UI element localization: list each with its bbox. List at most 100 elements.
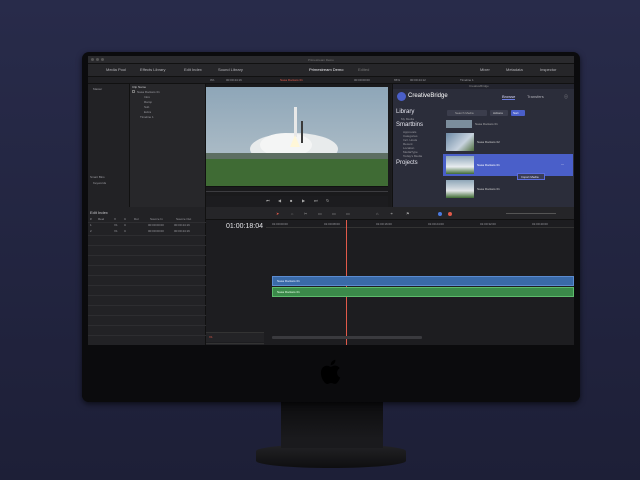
clip-item[interactable]: Extra — [144, 110, 151, 114]
smartbin-item[interactable]: Today's Media — [403, 154, 422, 158]
col-header[interactable]: Dur — [134, 217, 139, 221]
col-header[interactable]: Source In — [150, 217, 163, 221]
toolbar-inspector-button[interactable]: Inspector — [540, 67, 556, 72]
ruler-label: 01:00:40:00 — [532, 222, 548, 226]
asset-row[interactable]: Nasa Rockets 02 — [443, 131, 573, 153]
timeline-ruler[interactable]: 01:00:00:00 01:00:08:00 01:00:16:00 01:0… — [266, 220, 574, 228]
creativebridge-panel: CreativeBridge CreativeBridge Browse Tra… — [392, 84, 574, 207]
toolbar-edit-index-button[interactable]: Edit Index — [184, 67, 202, 72]
smart-bin-keywords[interactable]: Keywords — [93, 181, 106, 185]
sort-button[interactable]: Sort — [511, 110, 525, 116]
link-icon[interactable]: ⚭ — [390, 211, 393, 216]
creativebridge-app-name: CreativeBridge — [408, 93, 448, 99]
clip-name-column-header[interactable]: Clip Name — [132, 85, 146, 89]
window-zoom-button[interactable] — [101, 58, 104, 61]
bin-list-panel: Master Smart Bins Keywords — [88, 84, 130, 207]
library-item-my-media[interactable]: My Media — [401, 117, 414, 121]
asset-row[interactable]: Nasa Rockets 01 — [443, 120, 573, 130]
toolbar-media-pool-button[interactable]: Media Pool — [106, 67, 126, 72]
transport-controls: ⏮ ◀ ■ ▶ ⏭ ↻ — [206, 196, 388, 207]
zoom-slider[interactable] — [506, 213, 556, 214]
col-header[interactable]: Source Out — [176, 217, 191, 221]
info-icon[interactable]: ⓘ — [564, 94, 568, 99]
apple-logo-icon — [320, 359, 341, 384]
loop-icon[interactable]: ↻ — [326, 198, 329, 203]
library-title: Library — [396, 109, 415, 115]
tab-browse[interactable]: Browse — [502, 94, 516, 100]
skip-forward-icon[interactable]: ⏭ — [314, 198, 318, 203]
source-timecode: 00:00:44:16 — [226, 78, 242, 82]
asset-thumbnail — [446, 180, 474, 198]
clip-item[interactable]: Intro — [144, 95, 150, 99]
col-header[interactable]: C — [124, 217, 126, 221]
asset-thumbnail — [446, 120, 472, 128]
smartbins-title: Smartbins — [396, 122, 424, 128]
col-header[interactable]: Reel — [98, 217, 104, 221]
toolbar-sound-library-button[interactable]: Sound Library — [218, 67, 243, 72]
ruler-label: 01:00:32:00 — [480, 222, 496, 226]
toolbar-metadata-button[interactable]: Metadata — [506, 67, 523, 72]
table-row[interactable]: 1 V1 C 00:00:00:00 00:00:44:16 — [88, 223, 206, 228]
folder-icon — [132, 90, 135, 93]
asset-row[interactable]: Nasa Rockets 01 — [443, 178, 573, 200]
viewer-zoom-left[interactable]: 0% — [210, 78, 214, 82]
flag-icon[interactable]: ⚑ — [406, 211, 410, 216]
actions-button[interactable]: Actions — [490, 110, 508, 116]
window-minimize-button[interactable] — [96, 58, 99, 61]
viewer-zoom-right[interactable]: 65% — [394, 78, 400, 82]
search-media-input[interactable]: Search Media — [447, 110, 487, 116]
play-reverse-icon[interactable]: ◀ — [278, 198, 281, 203]
skip-back-icon[interactable]: ⏮ — [266, 198, 270, 203]
snapping-icon[interactable]: ⌂ — [376, 211, 378, 216]
timeline-horizontal-scrollbar[interactable] — [272, 336, 422, 339]
tab-transfers[interactable]: Transfers — [527, 94, 544, 99]
viewer-timecode-mid: 00:00:00:00 — [354, 78, 370, 82]
smart-bins-label: Smart Bins — [90, 175, 105, 179]
insert-clip-icon[interactable]: ▭ — [318, 211, 322, 216]
replace-clip-icon[interactable]: ▭ — [346, 211, 350, 216]
marker-red-icon[interactable] — [448, 212, 452, 216]
media-pool-clip-list: Clip Name Nasa Rockets 01 Intro Ramp Sub… — [130, 84, 206, 207]
viewer-scrubber[interactable] — [206, 186, 388, 196]
asset-thumbnail — [446, 156, 474, 174]
bin-master[interactable]: Master — [93, 87, 102, 91]
overwrite-clip-icon[interactable]: ▭ — [332, 211, 336, 216]
creativebridge-logo-icon — [397, 92, 406, 101]
timeline-clip-audio[interactable]: Nasa Rockets 01 — [272, 287, 574, 297]
stop-icon[interactable]: ■ — [290, 198, 292, 203]
window-title: Primestream Demo — [308, 58, 334, 62]
asset-thumbnail — [446, 133, 474, 151]
viewer-clip-name: Nasa Rockets 01 — [280, 78, 303, 82]
clip-item[interactable]: Ramp — [144, 100, 152, 104]
col-header[interactable]: # — [90, 217, 92, 221]
timeline-current-timecode: 01:00:18:04 — [226, 223, 263, 230]
toolbar-mixer-button[interactable]: Mixer — [480, 67, 490, 72]
asset-row-selected[interactable]: Nasa Rockets 01 ⋯ — [443, 154, 573, 176]
marker-blue-icon[interactable] — [438, 212, 442, 216]
toolbar-effects-library-button[interactable]: Effects Library — [140, 67, 166, 72]
track-header-v1[interactable]: V1 — [206, 332, 264, 342]
video-frame-rocket-launch[interactable] — [206, 87, 388, 186]
timeline-item[interactable]: Timeline 1 — [140, 115, 154, 119]
table-row[interactable]: 2 V1 C 00:00:00:00 00:00:44:16 — [88, 229, 206, 234]
col-header[interactable]: V — [114, 217, 116, 221]
window-titlebar: Primestream Demo — [88, 56, 574, 64]
creativebridge-window-title: CreativeBridge — [393, 84, 574, 89]
clip-item[interactable]: Sub — [144, 105, 149, 109]
trim-tool-icon[interactable]: ⇔ — [290, 211, 294, 216]
ruler-label: 01:00:08:00 — [324, 222, 340, 226]
ruler-label: 01:00:24:00 — [428, 222, 444, 226]
track-header-a1[interactable]: A1 — [206, 343, 264, 345]
selection-tool-icon[interactable]: ➤ — [276, 211, 279, 216]
timeline-toolbar: ➤ ⇔ ✂ ▭ ▭ ▭ ⌂ ⚭ ⚑ — [206, 207, 574, 220]
project-title: Primestream Demo — [309, 67, 344, 72]
more-options-icon[interactable]: ⋯ — [561, 162, 564, 166]
clip-item[interactable]: Nasa Rockets 01 — [132, 90, 160, 94]
play-icon[interactable]: ▶ — [302, 198, 305, 203]
timeline-selector[interactable]: Timeline 1 — [460, 78, 474, 82]
blade-tool-icon[interactable]: ✂ — [304, 211, 307, 216]
edit-index-panel: Edit Index # Reel V C Dur Source In Sour… — [88, 207, 206, 345]
window-close-button[interactable] — [91, 58, 94, 61]
scrub-bar[interactable] — [206, 191, 388, 192]
timeline-clip-video[interactable]: Nasa Rockets 01 — [272, 276, 574, 286]
